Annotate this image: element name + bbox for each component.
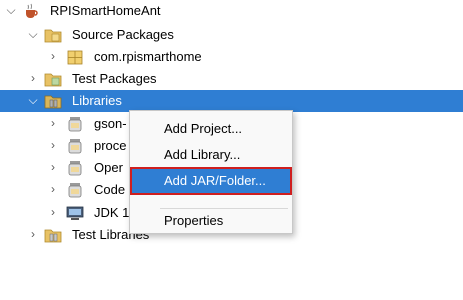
menu-item-properties[interactable]: Properties	[132, 209, 290, 233]
jar-icon	[66, 181, 84, 199]
package-label: com.rpismarthome	[94, 49, 202, 64]
test-packages-label: Test Packages	[72, 71, 157, 86]
library-item-label: JDK 1	[94, 205, 130, 220]
source-folder-icon	[44, 26, 62, 44]
tree-node-source-packages[interactable]: ⌵ Source Packages	[0, 24, 463, 46]
menu-item-add-jar-folder[interactable]: Add JAR/Folder...	[130, 167, 292, 195]
libraries-folder-icon	[44, 92, 62, 110]
context-menu: Add Project... Add Library... Add JAR/Fo…	[129, 110, 293, 234]
chevron-right-icon[interactable]: ›	[46, 116, 60, 130]
menu-item-add-project[interactable]: Add Project...	[132, 117, 290, 141]
package-icon	[66, 48, 84, 66]
chevron-right-icon[interactable]: ›	[46, 160, 60, 174]
tree-node-test-packages[interactable]: › Test Packages	[0, 68, 463, 90]
project-coffee-cup-icon	[22, 2, 40, 20]
chevron-down-icon[interactable]: ⌵	[26, 93, 40, 107]
library-item-label: proce	[94, 138, 127, 153]
source-packages-label: Source Packages	[72, 27, 174, 42]
library-item-label: Oper	[94, 160, 123, 175]
library-item-label: Code	[94, 182, 126, 197]
jdk-icon	[66, 204, 84, 222]
jar-icon	[66, 159, 84, 177]
menu-item-add-library[interactable]: Add Library...	[132, 143, 290, 167]
jar-icon	[66, 115, 84, 133]
library-item-label: gson-	[94, 116, 127, 131]
chevron-right-icon[interactable]: ›	[46, 182, 60, 196]
project-label: RPISmartHomeAnt	[50, 3, 161, 18]
chevron-right-icon[interactable]: ›	[26, 227, 40, 241]
tree-node-libraries[interactable]: ⌵ Libraries	[0, 90, 463, 112]
tree-node-package[interactable]: › com.rpismarthome	[0, 46, 463, 68]
test-folder-icon	[44, 70, 62, 88]
test-libraries-folder-icon	[44, 226, 62, 244]
tree-node-project[interactable]: ⌵ RPISmartHomeAnt	[0, 0, 463, 22]
chevron-right-icon[interactable]: ›	[46, 205, 60, 219]
jar-icon	[66, 137, 84, 155]
libraries-label: Libraries	[72, 93, 122, 108]
chevron-right-icon[interactable]: ›	[46, 49, 60, 63]
chevron-right-icon[interactable]: ›	[46, 138, 60, 152]
chevron-right-icon[interactable]: ›	[26, 71, 40, 85]
chevron-down-icon[interactable]: ⌵	[26, 27, 40, 41]
chevron-down-icon[interactable]: ⌵	[4, 3, 18, 17]
